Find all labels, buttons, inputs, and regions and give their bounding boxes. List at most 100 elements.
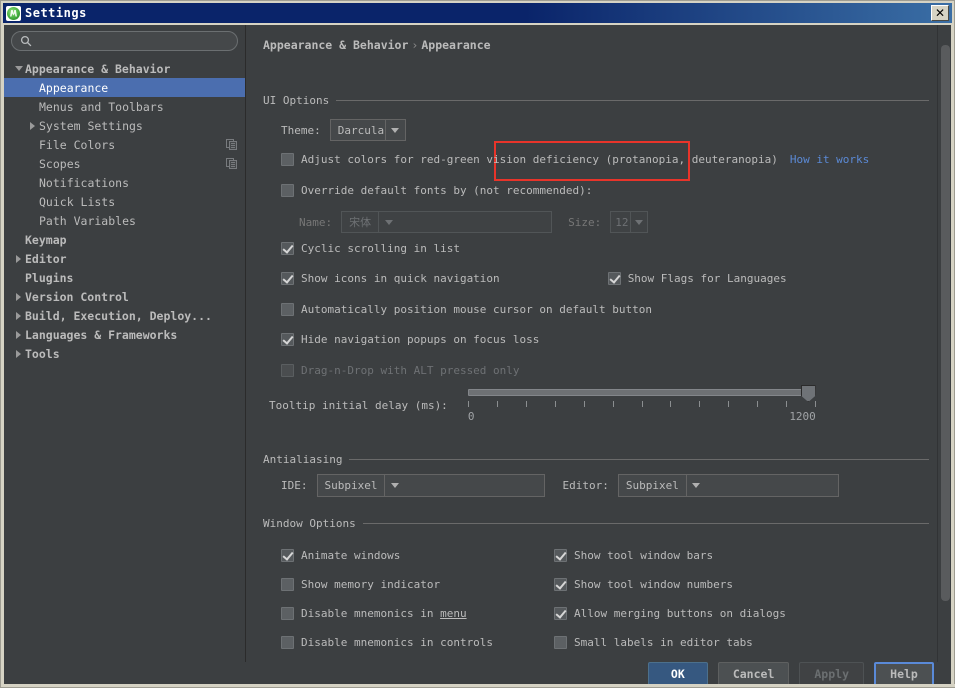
tooltip-delay-slider[interactable]: 0 1200 [468, 384, 816, 426]
ide-antialiasing-label: IDE: [281, 479, 308, 492]
checkbox-auto-position-cursor[interactable]: Automatically position mouse cursor on d… [281, 303, 652, 316]
settings-dialog-window: Settings ✕ Appearance & BehaviorAppearan… [0, 0, 955, 688]
sidebar-item-label: Appearance & Behavior [25, 62, 170, 76]
cancel-button[interactable]: Cancel [718, 662, 790, 686]
checkbox-disable-mnemonics-in-controls[interactable]: Disable mnemonics in controls [281, 636, 493, 649]
sidebar-item-keymap[interactable]: Keymap [4, 230, 245, 249]
ide-antialiasing-select[interactable]: Subpixel [317, 474, 545, 497]
vertical-scrollbar-track[interactable] [937, 25, 951, 662]
theme-label: Theme: [281, 124, 321, 137]
sidebar-item-version-control[interactable]: Version Control [4, 287, 245, 306]
sidebar-item-label: Keymap [25, 233, 67, 247]
sidebar-item-notifications[interactable]: Notifications [4, 173, 245, 192]
chevron-right-icon[interactable] [12, 350, 25, 358]
checkbox-show-flags-languages[interactable]: Show Flags for Languages [608, 272, 787, 285]
checkbox-cyclic-scrolling[interactable]: Cyclic scrolling in list [281, 242, 460, 255]
checkbox-drag-n-drop-alt[interactable]: Drag-n-Drop with ALT pressed only [281, 364, 520, 377]
slider-track[interactable] [468, 389, 816, 396]
slider-thumb[interactable] [801, 385, 816, 402]
editor-antialiasing-label: Editor: [563, 479, 609, 492]
checkbox-disable-mnemonics-in-menu[interactable]: Disable mnemonics in menu [281, 607, 467, 620]
checkbox-show-tool-window-numbers[interactable]: Show tool window numbers [554, 578, 733, 591]
copy-icon [226, 139, 237, 150]
ide-antialiasing-value: Subpixel [318, 475, 385, 496]
sidebar-item-file-colors[interactable]: File Colors [4, 135, 245, 154]
font-size-select-value: 12 [611, 212, 630, 232]
quick-nav-row: Show icons in quick navigation Show Flag… [281, 272, 929, 285]
slider-tick [670, 401, 671, 407]
sidebar-item-languages-frameworks[interactable]: Languages & Frameworks [4, 325, 245, 344]
vertical-scrollbar-thumb[interactable] [941, 45, 950, 601]
slider-tick [613, 401, 614, 407]
ui-options-title: UI Options [263, 94, 336, 107]
checkbox-label: Cyclic scrolling in list [301, 242, 460, 255]
checkbox-label: Disable mnemonics in controls [301, 636, 493, 649]
sidebar-item-scopes[interactable]: Scopes [4, 154, 245, 173]
checkbox-show-tool-window-bars[interactable]: Show tool window bars [554, 549, 713, 562]
override-fonts-row: Override default fonts by (not recommend… [281, 184, 929, 197]
window-options-right-column: Show tool window bars Show tool window nu… [554, 541, 844, 657]
ok-button[interactable]: OK [648, 662, 708, 686]
dialog-button-bar: OK Cancel Apply Help [4, 662, 951, 686]
checkbox-show-memory-indicator[interactable]: Show memory indicator [281, 578, 440, 591]
sidebar-item-appearance[interactable]: Appearance [4, 78, 245, 97]
checkbox-small-labels-in-editor-tabs[interactable]: Small labels in editor tabs [554, 636, 753, 649]
window-frame-bottom [1, 684, 955, 687]
settings-sidebar: Appearance & Behavior Appearance Menus and… [4, 25, 246, 662]
sidebar-item-system-settings[interactable]: System Settings [4, 116, 245, 135]
checkbox-animate-windows[interactable]: Animate windows [281, 549, 400, 562]
sidebar-item-tools[interactable]: Tools [4, 344, 245, 363]
adjust-colors-row: Adjust colors for red-green vision defic… [281, 153, 929, 166]
help-button[interactable]: Help [874, 662, 934, 686]
breadcrumb: Appearance & Behavior›Appearance [263, 38, 491, 52]
chevron-right-icon[interactable] [12, 293, 25, 301]
checkbox-box [281, 333, 294, 346]
window-options-left-column: Animate windows Show memory indicator Disa… [281, 541, 541, 657]
checkbox-allow-merging-buttons-on-dialogs[interactable]: Allow merging buttons on dialogs [554, 607, 786, 620]
intellij-logo-icon [6, 6, 21, 21]
antialiasing-title: Antialiasing [263, 453, 349, 466]
chevron-right-icon[interactable] [12, 331, 25, 339]
checkbox-box [281, 578, 294, 591]
slider-tick [555, 401, 556, 407]
how-it-works-link[interactable]: How it works [790, 153, 869, 166]
apply-button: Apply [799, 662, 864, 686]
section-ui-options: UI Options [263, 93, 929, 109]
slider-tick [497, 401, 498, 407]
sidebar-item-appearance-behavior[interactable]: Appearance & Behavior [4, 59, 245, 78]
checkbox-label: Disable mnemonics in menu [301, 607, 467, 620]
chevron-right-icon[interactable] [26, 122, 39, 130]
slider-tick [786, 401, 787, 407]
chevron-right-icon[interactable] [12, 312, 25, 320]
sidebar-item-label: Version Control [25, 290, 129, 304]
font-size-select[interactable]: 12 [610, 211, 648, 233]
sidebar-item-path-variables[interactable]: Path Variables [4, 211, 245, 230]
checkbox-box [608, 272, 621, 285]
close-icon[interactable]: ✕ [931, 5, 949, 21]
checkbox-adjust-colors[interactable]: Adjust colors for red-green vision defic… [281, 153, 778, 166]
window-option-row: Show tool window numbers [554, 570, 844, 599]
theme-select[interactable]: Darcula [330, 119, 406, 141]
sidebar-item-menus-and-toolbars[interactable]: Menus and Toolbars [4, 97, 245, 116]
sidebar-item-label: Menus and Toolbars [39, 100, 164, 114]
slider-tick [815, 401, 816, 407]
search-box[interactable] [11, 31, 238, 51]
search-input[interactable] [32, 33, 229, 49]
editor-antialiasing-select[interactable]: Subpixel [618, 474, 839, 497]
window-options-header: Window Options [263, 516, 929, 530]
ui-options-header: UI Options [263, 93, 929, 107]
checkbox-hide-nav-popups[interactable]: Hide navigation popups on focus loss [281, 333, 539, 346]
window-options-title: Window Options [263, 517, 363, 530]
sidebar-item-editor[interactable]: Editor [4, 249, 245, 268]
sidebar-item-quick-lists[interactable]: Quick Lists [4, 192, 245, 211]
sidebar-item-build-execution-deploy[interactable]: Build, Execution, Deploy... [4, 306, 245, 325]
slider-tick [584, 401, 585, 407]
chevron-down-icon[interactable] [12, 66, 25, 71]
chevron-right-icon[interactable] [12, 255, 25, 263]
checkbox-show-icons-quick-nav[interactable]: Show icons in quick navigation [281, 272, 500, 285]
checkbox-override-fonts[interactable]: Override default fonts by (not recommend… [281, 184, 592, 197]
sidebar-item-plugins[interactable]: Plugins [4, 268, 245, 287]
antialiasing-row: IDE: Subpixel Editor: Subpixel [281, 474, 929, 497]
auto-position-cursor-row: Automatically position mouse cursor on d… [281, 303, 929, 316]
font-name-select[interactable]: 宋体 [341, 211, 552, 233]
